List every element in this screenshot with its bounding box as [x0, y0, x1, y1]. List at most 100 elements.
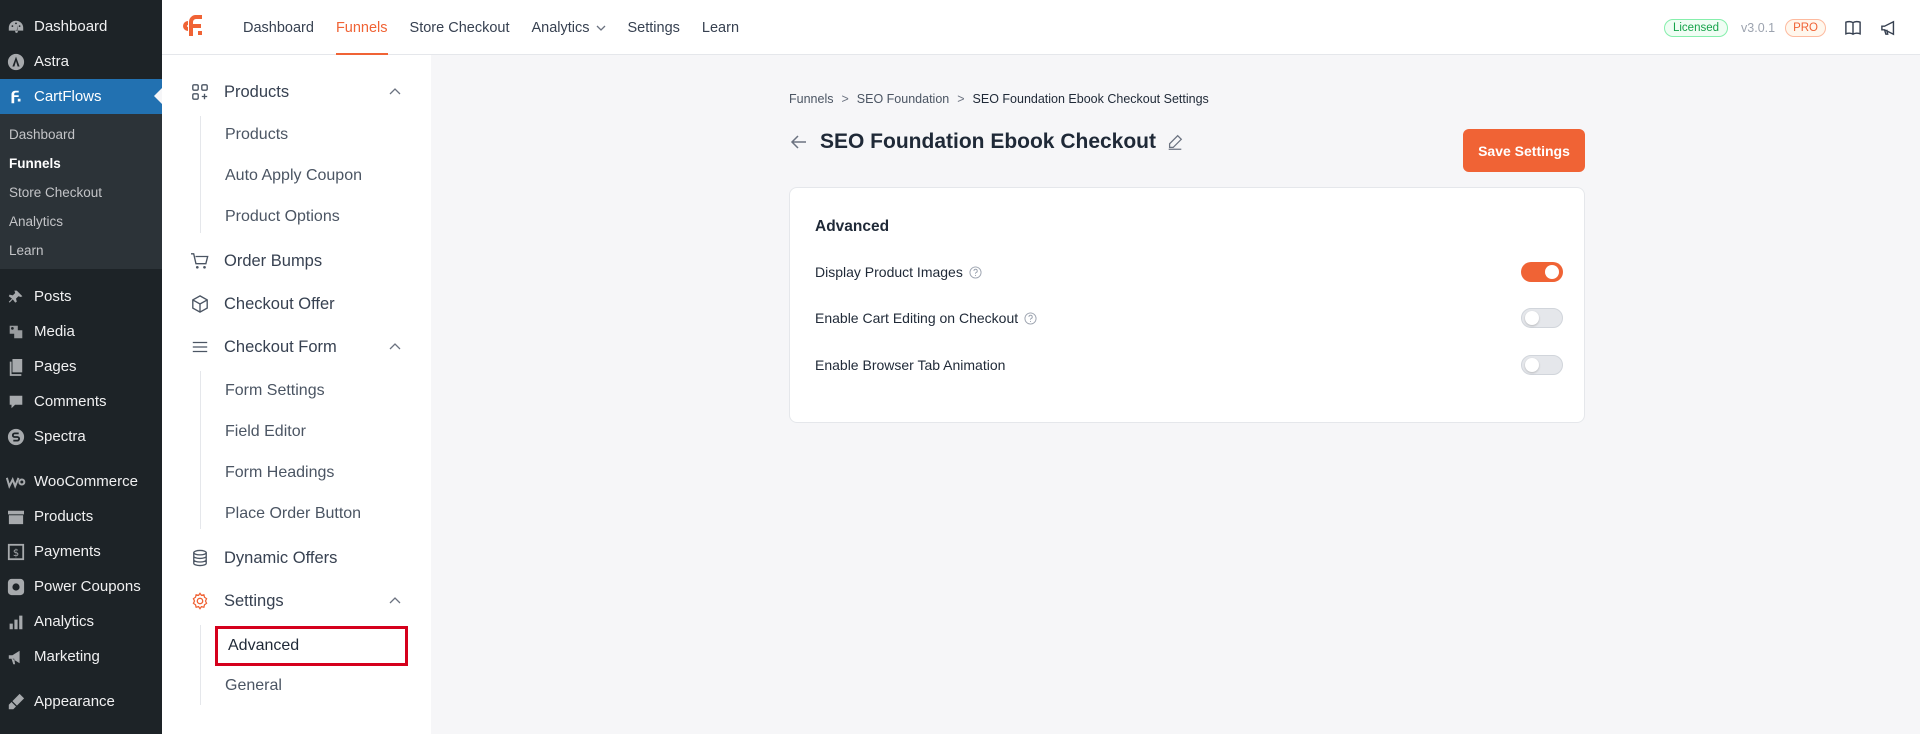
wp-menu-woocommerce[interactable]: WooCommerce	[0, 464, 162, 499]
nav-group-label: Checkout Form	[224, 337, 337, 356]
nav-group-checkout-form[interactable]: Checkout Form	[162, 327, 431, 367]
edit-pencil-icon[interactable]	[1166, 133, 1184, 151]
cart-icon	[190, 251, 210, 271]
wp-menu-payments[interactable]: $ Payments	[0, 534, 162, 569]
nav-item-form-headings[interactable]: Form Headings	[225, 456, 334, 490]
wp-menu-astra[interactable]: Astra	[0, 44, 162, 79]
setting-label: Display Product Images	[815, 264, 963, 280]
topbar-right: Licensed v3.0.1 PRO	[1663, 0, 1898, 55]
products-icon	[6, 507, 26, 527]
comments-icon	[6, 392, 26, 412]
wp-menu-cartflows[interactable]: CartFlows	[0, 79, 162, 114]
back-arrow-icon[interactable]	[789, 132, 809, 152]
topnav-funnels[interactable]: Funnels	[325, 0, 399, 55]
wp-menu-comments[interactable]: Comments	[0, 384, 162, 419]
nav-group-order-bumps[interactable]: Order Bumps	[162, 241, 431, 281]
toggle-switch[interactable]	[1521, 308, 1563, 328]
nav-item-product-options[interactable]: Product Options	[225, 200, 340, 234]
wp-menu-appearance[interactable]: Appearance	[0, 684, 162, 719]
payments-icon: $	[6, 542, 26, 562]
wp-submenu-funnels[interactable]: Funnels	[0, 149, 162, 178]
breadcrumb-seo-foundation[interactable]: SEO Foundation	[857, 92, 949, 106]
nav-group-products[interactable]: Products	[162, 72, 431, 112]
toggle-knob	[1525, 311, 1539, 325]
cube-icon	[190, 294, 210, 314]
nav-item-field-editor[interactable]: Field Editor	[225, 415, 306, 449]
wp-menu-pages[interactable]: Pages	[0, 349, 162, 384]
cartflows-logo[interactable]	[180, 12, 208, 40]
wp-menu-marketing[interactable]: Marketing	[0, 639, 162, 674]
breadcrumb-separator: >	[957, 92, 965, 106]
wp-menu-media[interactable]: Media	[0, 314, 162, 349]
topnav-store-checkout[interactable]: Store Checkout	[399, 0, 521, 55]
topnav-learn[interactable]: Learn	[691, 0, 750, 55]
wp-submenu-analytics[interactable]: Analytics	[0, 207, 162, 236]
breadcrumb-funnels[interactable]: Funnels	[789, 92, 833, 106]
save-settings-button[interactable]: Save Settings	[1463, 129, 1585, 172]
wp-menu-label: WooCommerce	[34, 473, 138, 490]
cartflows-topbar: Dashboard Funnels Store Checkout Analyti…	[162, 0, 1920, 55]
astra-icon	[6, 52, 26, 72]
help-circle-icon[interactable]	[1024, 311, 1037, 325]
licensed-badge: Licensed	[1663, 18, 1729, 37]
nav-item-general[interactable]: General	[225, 669, 282, 703]
cartflows-icon	[6, 87, 26, 107]
megaphone-icon[interactable]	[1880, 19, 1898, 37]
wp-menu-power-coupons[interactable]: Power Coupons	[0, 569, 162, 604]
nav-group-label: Order Bumps	[224, 251, 323, 270]
nav-item-form-settings[interactable]: Form Settings	[225, 374, 325, 408]
grid-icon	[190, 82, 210, 102]
top-navigation: Dashboard Funnels Store Checkout Analyti…	[232, 0, 750, 55]
gear-icon	[190, 591, 210, 611]
coupons-icon	[6, 577, 26, 597]
toggle-knob	[1525, 358, 1539, 372]
wp-menu-label: Payments	[34, 543, 101, 560]
wp-menu-label: Power Coupons	[34, 578, 141, 595]
nav-item-products[interactable]: Products	[225, 118, 288, 152]
breadcrumb-current: SEO Foundation Ebook Checkout Settings	[972, 92, 1209, 106]
nav-tree-line	[200, 116, 201, 233]
nav-item-place-order-button[interactable]: Place Order Button	[225, 497, 361, 531]
help-circle-icon[interactable]	[969, 265, 982, 279]
wp-menu-label: Marketing	[34, 648, 100, 665]
wp-menu-posts[interactable]: Posts	[0, 279, 162, 314]
topnav-analytics-label: Analytics	[531, 19, 590, 36]
nav-group-settings[interactable]: Settings	[162, 581, 431, 621]
wp-menu-analytics[interactable]: Analytics	[0, 604, 162, 639]
pages-icon	[6, 357, 26, 377]
breadcrumb: Funnels > SEO Foundation > SEO Foundatio…	[789, 92, 1209, 106]
wp-submenu-dashboard[interactable]: Dashboard	[0, 120, 162, 149]
toggle-switch[interactable]	[1521, 355, 1563, 375]
wp-submenu-store-checkout[interactable]: Store Checkout	[0, 178, 162, 207]
marketing-icon	[6, 647, 26, 667]
setting-enable-cart-editing: Enable Cart Editing on Checkout	[815, 306, 1563, 330]
topnav-settings[interactable]: Settings	[617, 0, 691, 55]
topnav-analytics[interactable]: Analytics	[520, 0, 616, 55]
spectra-icon	[6, 427, 26, 447]
cartflows-submenu: Dashboard Funnels Store Checkout Analyti…	[0, 114, 162, 269]
book-icon[interactable]	[1844, 19, 1862, 37]
wp-menu-products[interactable]: Products	[0, 499, 162, 534]
setting-label: Enable Cart Editing on Checkout	[815, 310, 1019, 326]
advanced-settings-card: Advanced Display Product Images Enable C…	[789, 187, 1585, 423]
setting-label: Enable Browser Tab Animation	[815, 357, 1006, 373]
wp-menu-spectra[interactable]: Spectra	[0, 419, 162, 454]
topnav-dashboard[interactable]: Dashboard	[232, 0, 325, 55]
page-header: SEO Foundation Ebook Checkout	[789, 130, 1184, 154]
wp-admin-sidebar: Dashboard Astra CartFlows Dashboard Funn…	[0, 0, 162, 734]
toggle-switch[interactable]	[1521, 262, 1563, 282]
nav-group-dynamic-offers[interactable]: Dynamic Offers	[162, 538, 431, 578]
version-label: v3.0.1	[1741, 20, 1776, 35]
wp-menu-label: Astra	[34, 53, 70, 70]
nav-group-checkout-offer[interactable]: Checkout Offer	[162, 284, 431, 324]
wp-submenu-learn[interactable]: Learn	[0, 236, 162, 265]
woocommerce-icon	[6, 472, 26, 492]
nav-item-advanced[interactable]: Advanced	[215, 626, 408, 666]
page-title: SEO Foundation Ebook Checkout	[820, 130, 1156, 153]
analytics-icon	[6, 612, 26, 632]
wp-menu-label: Spectra	[34, 428, 86, 445]
chevron-up-icon	[389, 88, 401, 95]
nav-tree-line	[200, 371, 201, 529]
nav-item-auto-apply-coupon[interactable]: Auto Apply Coupon	[225, 159, 362, 193]
wp-menu-dashboard[interactable]: Dashboard	[0, 9, 162, 44]
